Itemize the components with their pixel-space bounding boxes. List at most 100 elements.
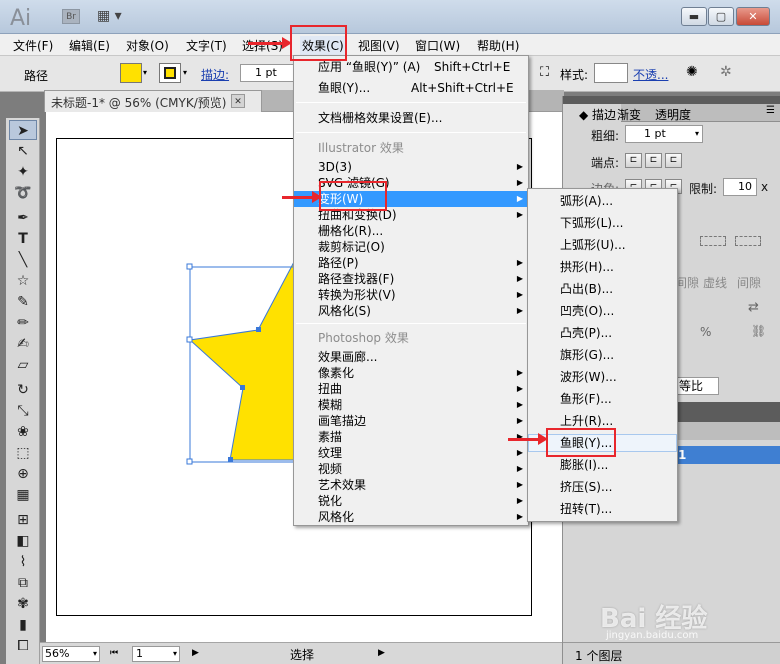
maximize-button[interactable]: ▢ — [708, 7, 734, 26]
menu-file[interactable]: 文件(F) — [13, 37, 53, 54]
warp-squeeze[interactable]: 挤压(S)... — [528, 479, 677, 495]
menu-texture[interactable]: 纹理 ▶ — [294, 445, 528, 461]
last-effect-item[interactable]: 鱼眼(Y)... Alt+Shift+Ctrl+E — [294, 80, 528, 96]
pen-tool-icon[interactable]: ✒ — [9, 208, 37, 228]
menu-pixelate[interactable]: 像素化 ▶ — [294, 365, 528, 381]
document-tab[interactable]: 未标题-1* @ 56% (CMYK/预览) ✕ — [44, 90, 262, 112]
menu-3d[interactable]: 3D(3) ▶ — [294, 159, 528, 175]
opacity-link[interactable]: 不透... — [633, 66, 668, 83]
star-tool-icon[interactable]: ☆ — [9, 271, 37, 291]
menu-rasterize[interactable]: 栅格化(R)... — [294, 223, 528, 239]
magic-wand-tool-icon[interactable]: ✦ — [9, 162, 37, 182]
menu-view[interactable]: 视图(V) — [358, 37, 400, 54]
tab-transparency[interactable]: 透明度 — [655, 106, 691, 123]
stroke-link[interactable]: 描边: — [201, 66, 229, 83]
raster-settings-item[interactable]: 文档栅格效果设置(E)... — [294, 110, 528, 126]
first-artboard-icon[interactable]: ⏮ — [110, 648, 118, 658]
warp-inflate[interactable]: 膨胀(I)... — [528, 457, 677, 473]
menu-effect-gallery[interactable]: 效果画廊... — [294, 349, 528, 365]
warp-rise[interactable]: 上升(R)... — [528, 413, 677, 429]
stroke-swatch[interactable] — [159, 63, 181, 83]
limit-field[interactable]: 10 — [723, 178, 757, 196]
menu-sharpen[interactable]: 锐化 ▶ — [294, 493, 528, 509]
menu-window[interactable]: 窗口(W) — [415, 37, 460, 54]
projecting-cap-button[interactable]: ⊏ — [665, 153, 682, 168]
scale-dropdown[interactable]: 等比 — [675, 377, 719, 395]
selection-handle[interactable] — [186, 263, 193, 270]
menu-object[interactable]: 对象(O) — [126, 37, 169, 54]
gradient-tool-icon[interactable]: ◧ — [9, 531, 37, 551]
artboard-tool-icon[interactable]: ⧠ — [9, 636, 37, 656]
gear-icon[interactable]: ✲ — [720, 64, 732, 80]
menu-type[interactable]: 文字(T) — [186, 37, 227, 54]
anchor-point[interactable] — [256, 327, 261, 332]
warp-shell-upper[interactable]: 凸壳(P)... — [528, 325, 677, 341]
apply-last-effect-item[interactable]: 应用 “鱼眼(Y)” (A) Shift+Ctrl+E — [294, 59, 528, 75]
warp-arc-lower[interactable]: 下弧形(L)... — [528, 215, 677, 231]
menu-crop-marks[interactable]: 裁剪标记(O) — [294, 239, 528, 255]
star-shape[interactable] — [180, 255, 300, 470]
arrange-documents-button[interactable]: ▦ ▾ — [97, 8, 127, 25]
status-menu-arrow-icon[interactable]: ▶ — [378, 648, 385, 658]
tab-stroke[interactable]: ◆ 描边 — [563, 104, 622, 122]
warp-fish[interactable]: 鱼形(F)... — [528, 391, 677, 407]
line-tool-icon[interactable]: ╲ — [9, 250, 37, 270]
menu-select[interactable]: 选择(S) — [242, 37, 283, 54]
dash-align-icon-2[interactable] — [735, 236, 761, 246]
paintbrush-tool-icon[interactable]: ✎ — [9, 292, 37, 312]
warp-arc[interactable]: 弧形(A)... — [528, 193, 677, 209]
menu-convert-shape[interactable]: 转换为形状(V) ▶ — [294, 287, 528, 303]
menu-pathfinder[interactable]: 路径查找器(F) ▶ — [294, 271, 528, 287]
warp-bulge[interactable]: 凸出(B)... — [528, 281, 677, 297]
graphic-style-swatch[interactable] — [594, 63, 628, 83]
warp-arc-upper[interactable]: 上弧形(U)... — [528, 237, 677, 253]
link-icon[interactable]: ⛓ — [751, 324, 766, 338]
scale-tool-icon[interactable]: ⤡ — [9, 401, 37, 421]
selection-tool-icon[interactable]: ➤ — [9, 120, 37, 140]
blob-brush-tool-icon[interactable]: ✍ — [9, 334, 37, 354]
menu-distort[interactable]: 扭曲 ▶ — [294, 381, 528, 397]
type-tool-icon[interactable]: T — [9, 229, 37, 249]
menu-artistic[interactable]: 艺术效果 ▶ — [294, 477, 528, 493]
eraser-tool-icon[interactable]: ▱ — [9, 355, 37, 375]
free-transform-tool-icon[interactable]: ⬚ — [9, 443, 37, 463]
symbol-sprayer-tool-icon[interactable]: ✾ — [9, 594, 37, 614]
tab-gradient[interactable]: 渐变 — [617, 106, 641, 123]
blend-tool-icon[interactable]: ⧉ — [9, 573, 37, 593]
warp-flag[interactable]: 旗形(G)... — [528, 347, 677, 363]
warp-arch[interactable]: 拱形(H)... — [528, 259, 677, 275]
menu-stylize-ai[interactable]: 风格化(S) ▶ — [294, 303, 528, 319]
align-icon[interactable]: ⛶ — [540, 65, 549, 80]
stroke-dropdown-icon[interactable]: ▾ — [183, 63, 193, 83]
star-path[interactable] — [188, 259, 296, 461]
bridge-button[interactable]: Br — [62, 9, 80, 24]
panel-menu-icon[interactable]: ☰ — [766, 105, 775, 116]
menu-edit[interactable]: 编辑(E) — [69, 37, 110, 54]
graph-tool-icon[interactable]: ▮ — [9, 615, 37, 635]
warp-wave[interactable]: 波形(W)... — [528, 369, 677, 385]
selection-handle[interactable] — [186, 336, 193, 343]
next-artboard-icon[interactable]: ▶ — [192, 648, 199, 658]
artboard-number-field[interactable]: 1 ▾ — [132, 646, 180, 662]
close-button[interactable]: ✕ — [736, 7, 770, 26]
anchor-point[interactable] — [228, 457, 233, 462]
swap-arrows-icon[interactable]: ⇄ — [748, 300, 759, 315]
dash-align-icon[interactable] — [700, 236, 726, 246]
menu-brush-strokes[interactable]: 画笔描边 ▶ — [294, 413, 528, 429]
menu-stylize-ps[interactable]: 风格化 ▶ — [294, 509, 528, 525]
layer-row[interactable]: 1 — [673, 446, 780, 464]
selection-handle[interactable] — [186, 458, 193, 465]
warp-shell-lower[interactable]: 凹壳(O)... — [528, 303, 677, 319]
pencil-tool-icon[interactable]: ✏ — [9, 313, 37, 333]
perspective-grid-tool-icon[interactable]: ▦ — [9, 485, 37, 505]
fill-swatch[interactable] — [120, 63, 142, 83]
recolor-icon[interactable]: ✺ — [686, 64, 698, 80]
menu-sketch[interactable]: 素描 ▶ — [294, 429, 528, 445]
menu-path[interactable]: 路径(P) ▶ — [294, 255, 528, 271]
direct-selection-tool-icon[interactable]: ↖ — [9, 141, 37, 161]
warp-twist[interactable]: 扭转(T)... — [528, 501, 677, 517]
warp-tool-icon[interactable]: ❀ — [9, 422, 37, 442]
mesh-tool-icon[interactable]: ⊞ — [9, 510, 37, 530]
round-cap-button[interactable]: ⊏ — [645, 153, 662, 168]
anchor-point[interactable] — [240, 385, 245, 390]
